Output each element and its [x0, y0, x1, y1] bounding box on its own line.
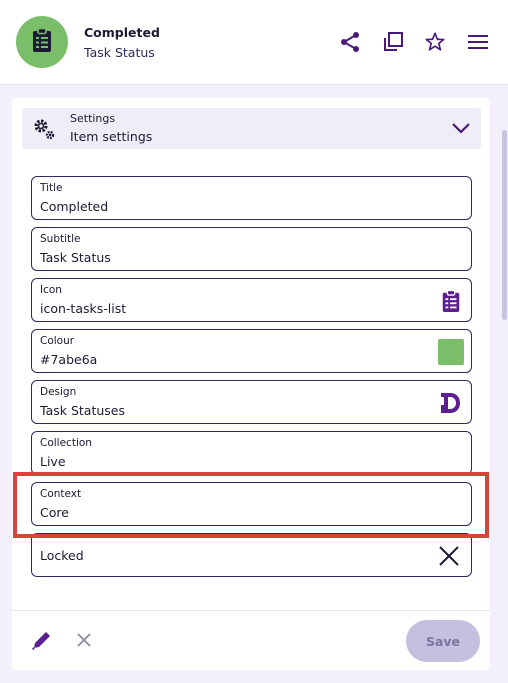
page-subtitle: Task Status	[84, 45, 155, 60]
locked-label: Locked	[40, 548, 84, 563]
design-field-value[interactable]: Task Statuses	[40, 403, 125, 418]
colour-swatch-fill	[438, 339, 464, 365]
design-field-label: Design	[40, 386, 77, 398]
save-button[interactable]: Save	[406, 620, 480, 662]
subtitle-field-value[interactable]: Task Status	[40, 250, 111, 265]
collection-field-label: Collection	[40, 437, 92, 449]
divider	[12, 610, 490, 611]
title-field[interactable]: Title Completed	[31, 176, 472, 220]
app-header: Completed Task Status	[0, 0, 508, 85]
icon-field[interactable]: Icon icon-tasks-list	[31, 278, 472, 322]
share-icon[interactable]	[336, 28, 364, 56]
icon-field-label: Icon	[40, 284, 62, 296]
colour-field[interactable]: Colour #7abe6a	[31, 329, 472, 373]
subtitle-field-label: Subtitle	[40, 233, 81, 245]
section-category-label: Settings	[70, 112, 116, 125]
scrollbar[interactable]	[501, 90, 508, 650]
context-field-label: Context	[40, 488, 82, 500]
close-icon[interactable]	[435, 542, 463, 570]
gears-icon	[32, 117, 56, 145]
title-field-value[interactable]: Completed	[40, 199, 108, 214]
collection-field-value[interactable]: Live	[40, 454, 66, 469]
context-field[interactable]: Context Core	[31, 482, 472, 526]
menu-icon[interactable]	[464, 28, 492, 56]
locked-toggle[interactable]: Locked	[31, 533, 472, 577]
section-title: Item settings	[70, 129, 153, 144]
chevron-down-icon[interactable]	[451, 120, 471, 139]
collection-field[interactable]: Collection Live	[31, 431, 472, 475]
design-field[interactable]: Design Task Statuses	[31, 380, 472, 424]
icon-field-value[interactable]: icon-tasks-list	[40, 301, 126, 316]
colour-field-label: Colour	[40, 335, 75, 347]
star-icon[interactable]	[421, 28, 449, 56]
subtitle-field[interactable]: Subtitle Task Status	[31, 227, 472, 271]
context-field-value[interactable]: Core	[40, 505, 69, 520]
page-title: Completed	[84, 25, 160, 40]
design-logo-icon[interactable]	[439, 391, 463, 415]
settings-card: Settings Item settings Title Completed S…	[12, 98, 490, 670]
close-icon[interactable]	[74, 630, 94, 654]
copy-icon[interactable]	[379, 28, 407, 56]
clipboard-list-icon	[30, 27, 54, 57]
scrollbar-thumb[interactable]	[502, 130, 507, 320]
clipboard-list-icon[interactable]	[439, 289, 463, 313]
title-field-label: Title	[40, 182, 63, 194]
avatar	[16, 16, 68, 68]
edit-pencil-icon[interactable]	[30, 628, 54, 656]
colour-field-value[interactable]: #7abe6a	[40, 352, 97, 367]
item-settings-section-header[interactable]: Settings Item settings	[22, 108, 481, 149]
colour-swatch[interactable]	[437, 338, 465, 366]
